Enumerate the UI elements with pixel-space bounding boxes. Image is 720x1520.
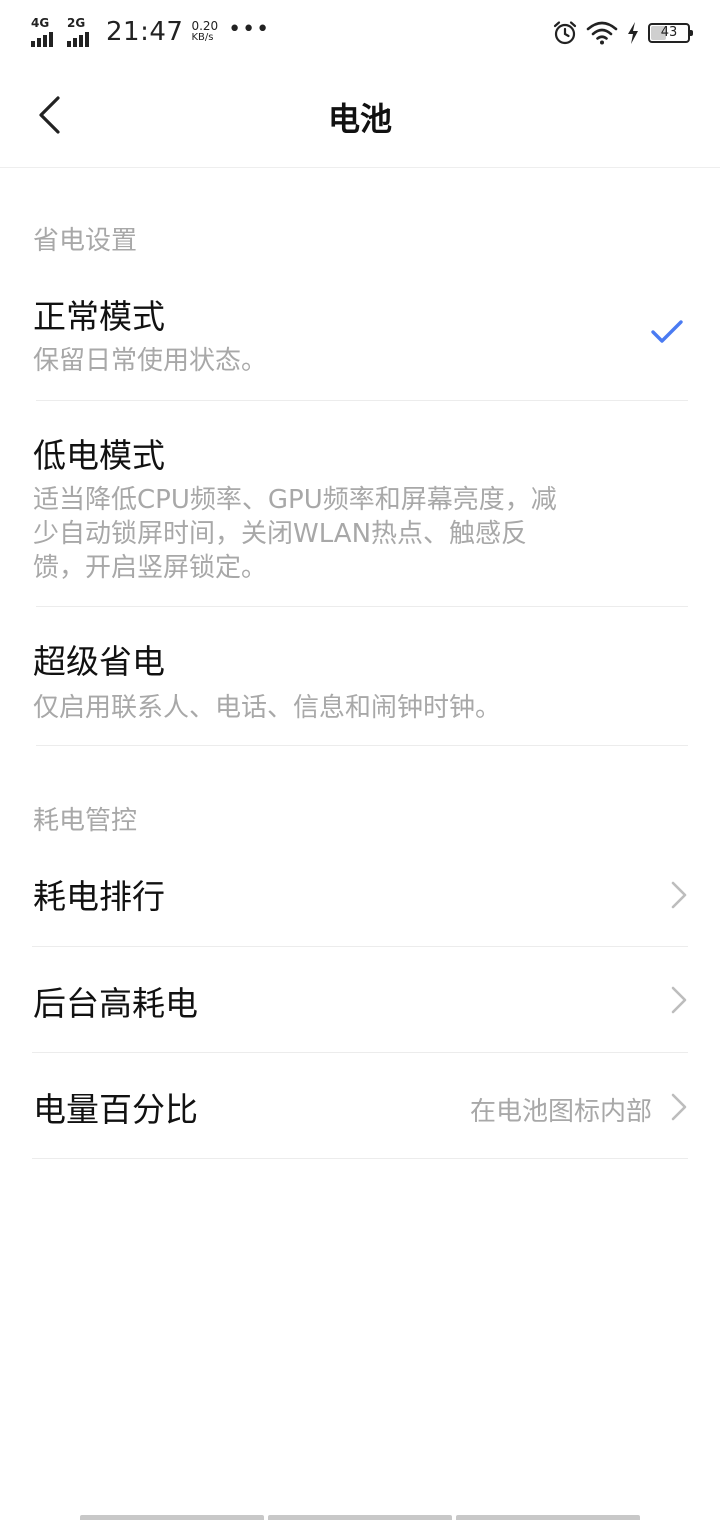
option-desc: 保留日常使用状态。	[33, 346, 268, 376]
option-low-power-mode[interactable]: 低电模式 适当降低CPU频率、GPU频率和屏幕亮度，减 少自动锁屏时间，关闭WL…	[0, 401, 720, 606]
option-desc-line: 少自动锁屏时间，关闭WLAN热点、触感反	[33, 519, 528, 549]
row-background-high-consumption[interactable]: 后台高耗电	[0, 947, 720, 1052]
check-icon	[651, 320, 683, 343]
divider	[36, 745, 688, 746]
battery-level: 43	[660, 25, 678, 40]
network-type-2: 2G	[67, 16, 86, 30]
option-title: 超级省电	[33, 642, 165, 681]
option-super-saving-mode[interactable]: 超级省电 仅启用联系人、电话、信息和闹钟时钟。	[0, 607, 720, 745]
row-value: 在电池图标内部	[469, 1097, 652, 1127]
battery-icon: 43	[648, 23, 693, 43]
app-header: 电池	[0, 64, 720, 168]
nav-segment	[80, 1515, 264, 1520]
option-desc: 仅启用联系人、电话、信息和闹钟时钟。	[33, 693, 502, 723]
status-left: 4G 2G 21:47 0.20 KB/s •••	[30, 14, 270, 50]
nav-segment	[456, 1515, 640, 1520]
status-bar: 4G 2G 21:47 0.20 KB/s ••• 43	[0, 0, 720, 64]
wifi-icon	[586, 21, 618, 45]
network-type-1: 4G	[31, 16, 50, 30]
row-title: 后台高耗电	[33, 984, 198, 1023]
row-title: 耗电排行	[33, 877, 165, 916]
chevron-right-icon	[671, 881, 687, 909]
option-desc-line: 馈，开启竖屏锁定。	[33, 553, 268, 583]
signal-4g-icon: 4G	[30, 17, 60, 47]
option-normal-mode[interactable]: 正常模式 保留日常使用状态。	[0, 270, 720, 400]
section-label-consumption: 耗电管控	[33, 806, 138, 836]
section-label-power-saving: 省电设置	[33, 226, 138, 256]
more-notifications-icon: •••	[228, 16, 271, 42]
option-desc-line: 适当降低CPU频率、GPU频率和屏幕亮度，减	[33, 485, 557, 515]
divider	[32, 1158, 688, 1159]
row-title: 电量百分比	[33, 1090, 198, 1129]
gesture-nav-bar[interactable]	[80, 1515, 640, 1520]
signal-2g-icon: 2G	[66, 17, 96, 47]
chevron-right-icon	[671, 1093, 687, 1121]
option-desc: 适当降低CPU频率、GPU频率和屏幕亮度，减 少自动锁屏时间，关闭WLAN热点、…	[33, 483, 613, 585]
page-title: 电池	[327, 100, 392, 138]
charging-icon	[628, 22, 638, 44]
status-time: 21:47	[106, 17, 184, 47]
network-speed-value: 0.20	[191, 19, 219, 33]
row-battery-percentage[interactable]: 电量百分比 在电池图标内部	[0, 1053, 720, 1158]
nav-segment	[268, 1515, 452, 1520]
network-speed-unit: KB/s	[191, 32, 214, 43]
alarm-icon	[553, 21, 577, 45]
status-right: 43	[552, 18, 693, 48]
network-speed: 0.20 KB/s	[191, 20, 218, 44]
chevron-right-icon	[671, 986, 687, 1014]
option-title: 正常模式	[33, 297, 165, 336]
row-power-ranking[interactable]: 耗电排行	[0, 842, 720, 946]
option-title: 低电模式	[33, 436, 165, 475]
